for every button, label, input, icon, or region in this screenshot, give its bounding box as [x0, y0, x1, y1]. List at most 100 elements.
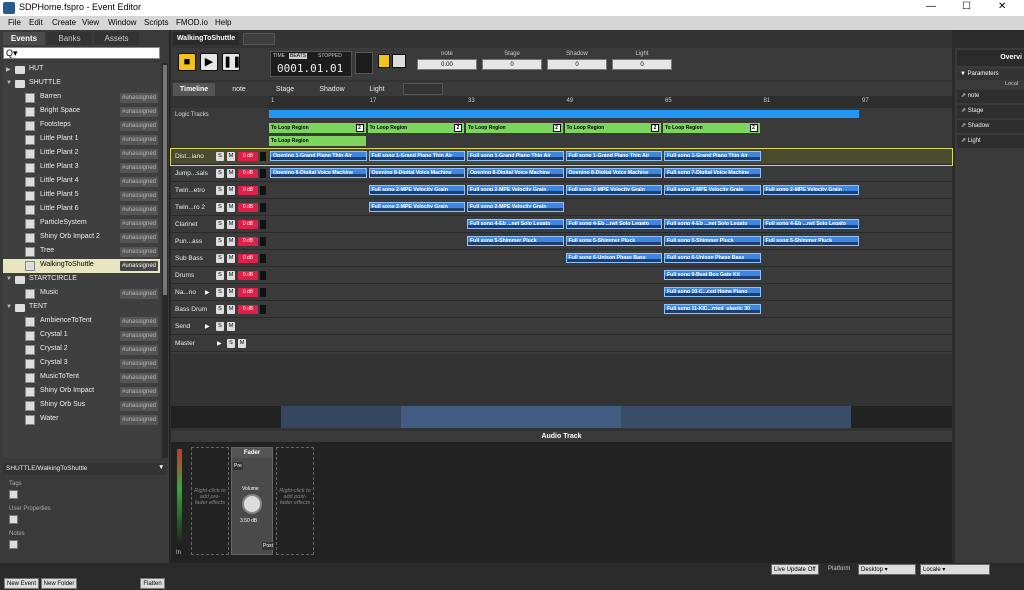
audio-clip[interactable]: Full song 2-MPE Velocity Grain	[467, 202, 564, 212]
tree-item[interactable]: Crystal 2 #unassigned	[3, 343, 160, 357]
audio-clip[interactable]: Full song 1-Grand Piano Thin Air	[467, 151, 564, 161]
expand-arrow-icon[interactable]: ▶	[205, 323, 210, 330]
mute-button[interactable]: M	[227, 305, 235, 314]
audio-clip[interactable]: Full song 1-Grand Piano Thin Air	[664, 151, 761, 161]
menu-fmodio[interactable]: FMOD.io	[176, 18, 208, 27]
tree-item[interactable]: Footsteps #unassigned	[3, 119, 160, 133]
audio-clip[interactable]: Full song 4-Eb ...net Solo Legato	[664, 219, 761, 229]
track-fader[interactable]: 0 dB	[238, 288, 258, 297]
audio-clip[interactable]: Full song 5-Shimmer Pluck	[664, 236, 761, 246]
timeline-ruler[interactable]: 1 17 33 49 65 81 97	[269, 96, 952, 108]
audio-clip[interactable]: Full song 7-Digital Voice Machine	[664, 168, 761, 178]
add-note-icon[interactable]	[9, 540, 18, 549]
mute-button[interactable]: M	[227, 271, 235, 280]
tree-item[interactable]: ▶ HUT	[3, 63, 160, 77]
loop-region[interactable]: To Loop Region 2	[564, 123, 661, 133]
tab-shadow[interactable]: Shadow	[311, 83, 353, 96]
parameters-header[interactable]: ▼ Parameters	[957, 69, 1024, 80]
beats-label[interactable]: BEATS	[289, 53, 308, 59]
track-fader[interactable]: 0 dB	[238, 237, 258, 246]
solo-button[interactable]: S	[216, 220, 224, 229]
param-light[interactable]: Light 0	[612, 51, 672, 70]
tree-item[interactable]: ▼ TENT	[3, 301, 160, 315]
mute-button[interactable]: M	[227, 203, 235, 212]
audio-clip[interactable]: Full song 6-Unison Phase Bass	[565, 253, 662, 263]
loop-toggle[interactable]	[355, 52, 373, 74]
tree-item[interactable]: Shiny Orb Impact 2 #unassigned	[3, 231, 160, 245]
tree-item[interactable]: Crystal 3 #unassigned	[3, 357, 160, 371]
track-fader[interactable]: 0 dB	[238, 152, 258, 161]
mute-button[interactable]: M	[227, 152, 235, 161]
tree-item[interactable]: Shiny Orb Impact #unassigned	[3, 385, 160, 399]
audio-clip[interactable]: Full song 5-Shimmer Pluck	[762, 236, 859, 246]
audio-clip[interactable]: Full song 6-Unison Phase Bass	[664, 253, 761, 263]
track-fader[interactable]: 0 dB	[238, 220, 258, 229]
track-fader[interactable]: 0 dB	[238, 203, 258, 212]
flatten-button[interactable]: Flatten	[140, 578, 165, 589]
menu-scripts[interactable]: Scripts	[144, 18, 168, 27]
tab-banks[interactable]: Banks	[47, 32, 92, 45]
tree-item[interactable]: Crystal 1 #unassigned	[3, 329, 160, 343]
audio-clip[interactable]: Full song 4-Eb ...net Solo Legato	[565, 219, 662, 229]
mute-button[interactable]: M	[227, 288, 235, 297]
param-stage[interactable]: Stage 0	[482, 51, 542, 70]
post-fader-slot[interactable]: Right-click to add post-fader effects	[276, 447, 314, 555]
tree-item[interactable]: Shiny Orb Sus #unassigned	[3, 399, 160, 413]
menu-edit[interactable]: Edit	[29, 18, 43, 27]
add-property-icon[interactable]	[9, 515, 18, 524]
fader-module[interactable]: Fader Pre Volume 3.50 dB Post	[231, 447, 275, 555]
track-fader[interactable]: 0 dB	[238, 169, 258, 178]
audio-clip[interactable]: Full song 4-Eb ...net Solo Legato	[467, 219, 564, 229]
tab-timeline[interactable]: Timeline	[173, 83, 215, 96]
overview-param-shadow[interactable]: ⇗ Shadow	[957, 120, 1024, 133]
tree-item[interactable]: Barren #unassigned	[3, 91, 160, 105]
pause-button[interactable]: ❚❚	[222, 53, 241, 71]
tree-item[interactable]: AmbienceToTent #unassigned	[3, 315, 160, 329]
loop-region[interactable]: To Loop Region 2	[466, 123, 563, 133]
tree-item[interactable]: Little Plant 3 #unassigned	[3, 161, 160, 175]
locale-select[interactable]: Locale ▾	[920, 564, 990, 575]
track-fader[interactable]: 0 dB	[238, 186, 258, 195]
solo-button[interactable]: S	[216, 305, 224, 314]
timeline-overview[interactable]	[171, 406, 952, 428]
audio-clip[interactable]: Full song 10-C...ced Home Piano	[664, 287, 761, 297]
loop-region[interactable]: To Loop Region 2	[269, 123, 366, 133]
loop-region[interactable]: To Loop Region	[269, 136, 366, 146]
tab-walkingtoshuttle[interactable]: WalkingToShuttle	[173, 32, 239, 45]
tree-item[interactable]: Little Plant 2 #unassigned	[3, 147, 160, 161]
expand-arrow-icon[interactable]: ▶	[6, 66, 11, 73]
mute-button[interactable]: M	[227, 220, 235, 229]
solo-button[interactable]: S	[216, 169, 224, 178]
close-icon[interactable]: ✕	[998, 1, 1006, 12]
tree-item[interactable]: ▼ SHUTTLE	[3, 77, 160, 91]
expand-arrow-icon[interactable]: ▼	[6, 304, 12, 310]
mute-button[interactable]: M	[227, 186, 235, 195]
overview-param-note[interactable]: ⇗ note	[957, 90, 1024, 103]
mute-button[interactable]: M	[227, 237, 235, 246]
tree-scrollbar[interactable]	[162, 63, 168, 458]
new-folder-button[interactable]: New Folder	[41, 578, 77, 589]
expand-arrow-icon[interactable]: ▶	[217, 340, 222, 347]
mute-button[interactable]: M	[238, 339, 246, 348]
volume-knob[interactable]	[242, 494, 262, 514]
audio-clip[interactable]: Full song 2-MPE Velocity Grain	[368, 185, 465, 195]
menu-create[interactable]: Create	[52, 18, 76, 27]
solo-button[interactable]: S	[227, 339, 235, 348]
tree-item[interactable]: ParticleSystem #unassigned	[3, 217, 160, 231]
add-parameter-tab[interactable]	[403, 83, 443, 95]
audio-clip[interactable]: Full song 2-MPE Velocity Grain	[565, 185, 662, 195]
tree-item[interactable]: Little Plant 5 #unassigned	[3, 189, 160, 203]
tree-item[interactable]: Music #unassigned	[3, 287, 160, 301]
maximize-icon[interactable]: ☐	[962, 1, 971, 12]
solo-button[interactable]: S	[216, 203, 224, 212]
play-button[interactable]: ▶	[200, 53, 218, 71]
solo-button[interactable]: S	[216, 271, 224, 280]
param-note[interactable]: note 0.00	[417, 51, 477, 70]
overview-param-stage[interactable]: ⇗ Stage	[957, 105, 1024, 118]
audio-clip[interactable]: Full song 5-Shimmer Pluck	[467, 236, 564, 246]
track-fader[interactable]: 0 dB	[238, 254, 258, 263]
tree-item[interactable]: Little Plant 1 #unassigned	[3, 133, 160, 147]
loop-region[interactable]: To Loop Region 2	[367, 123, 464, 133]
expand-arrow-icon[interactable]: ▼	[6, 80, 12, 86]
view-list-icon[interactable]	[378, 54, 390, 68]
